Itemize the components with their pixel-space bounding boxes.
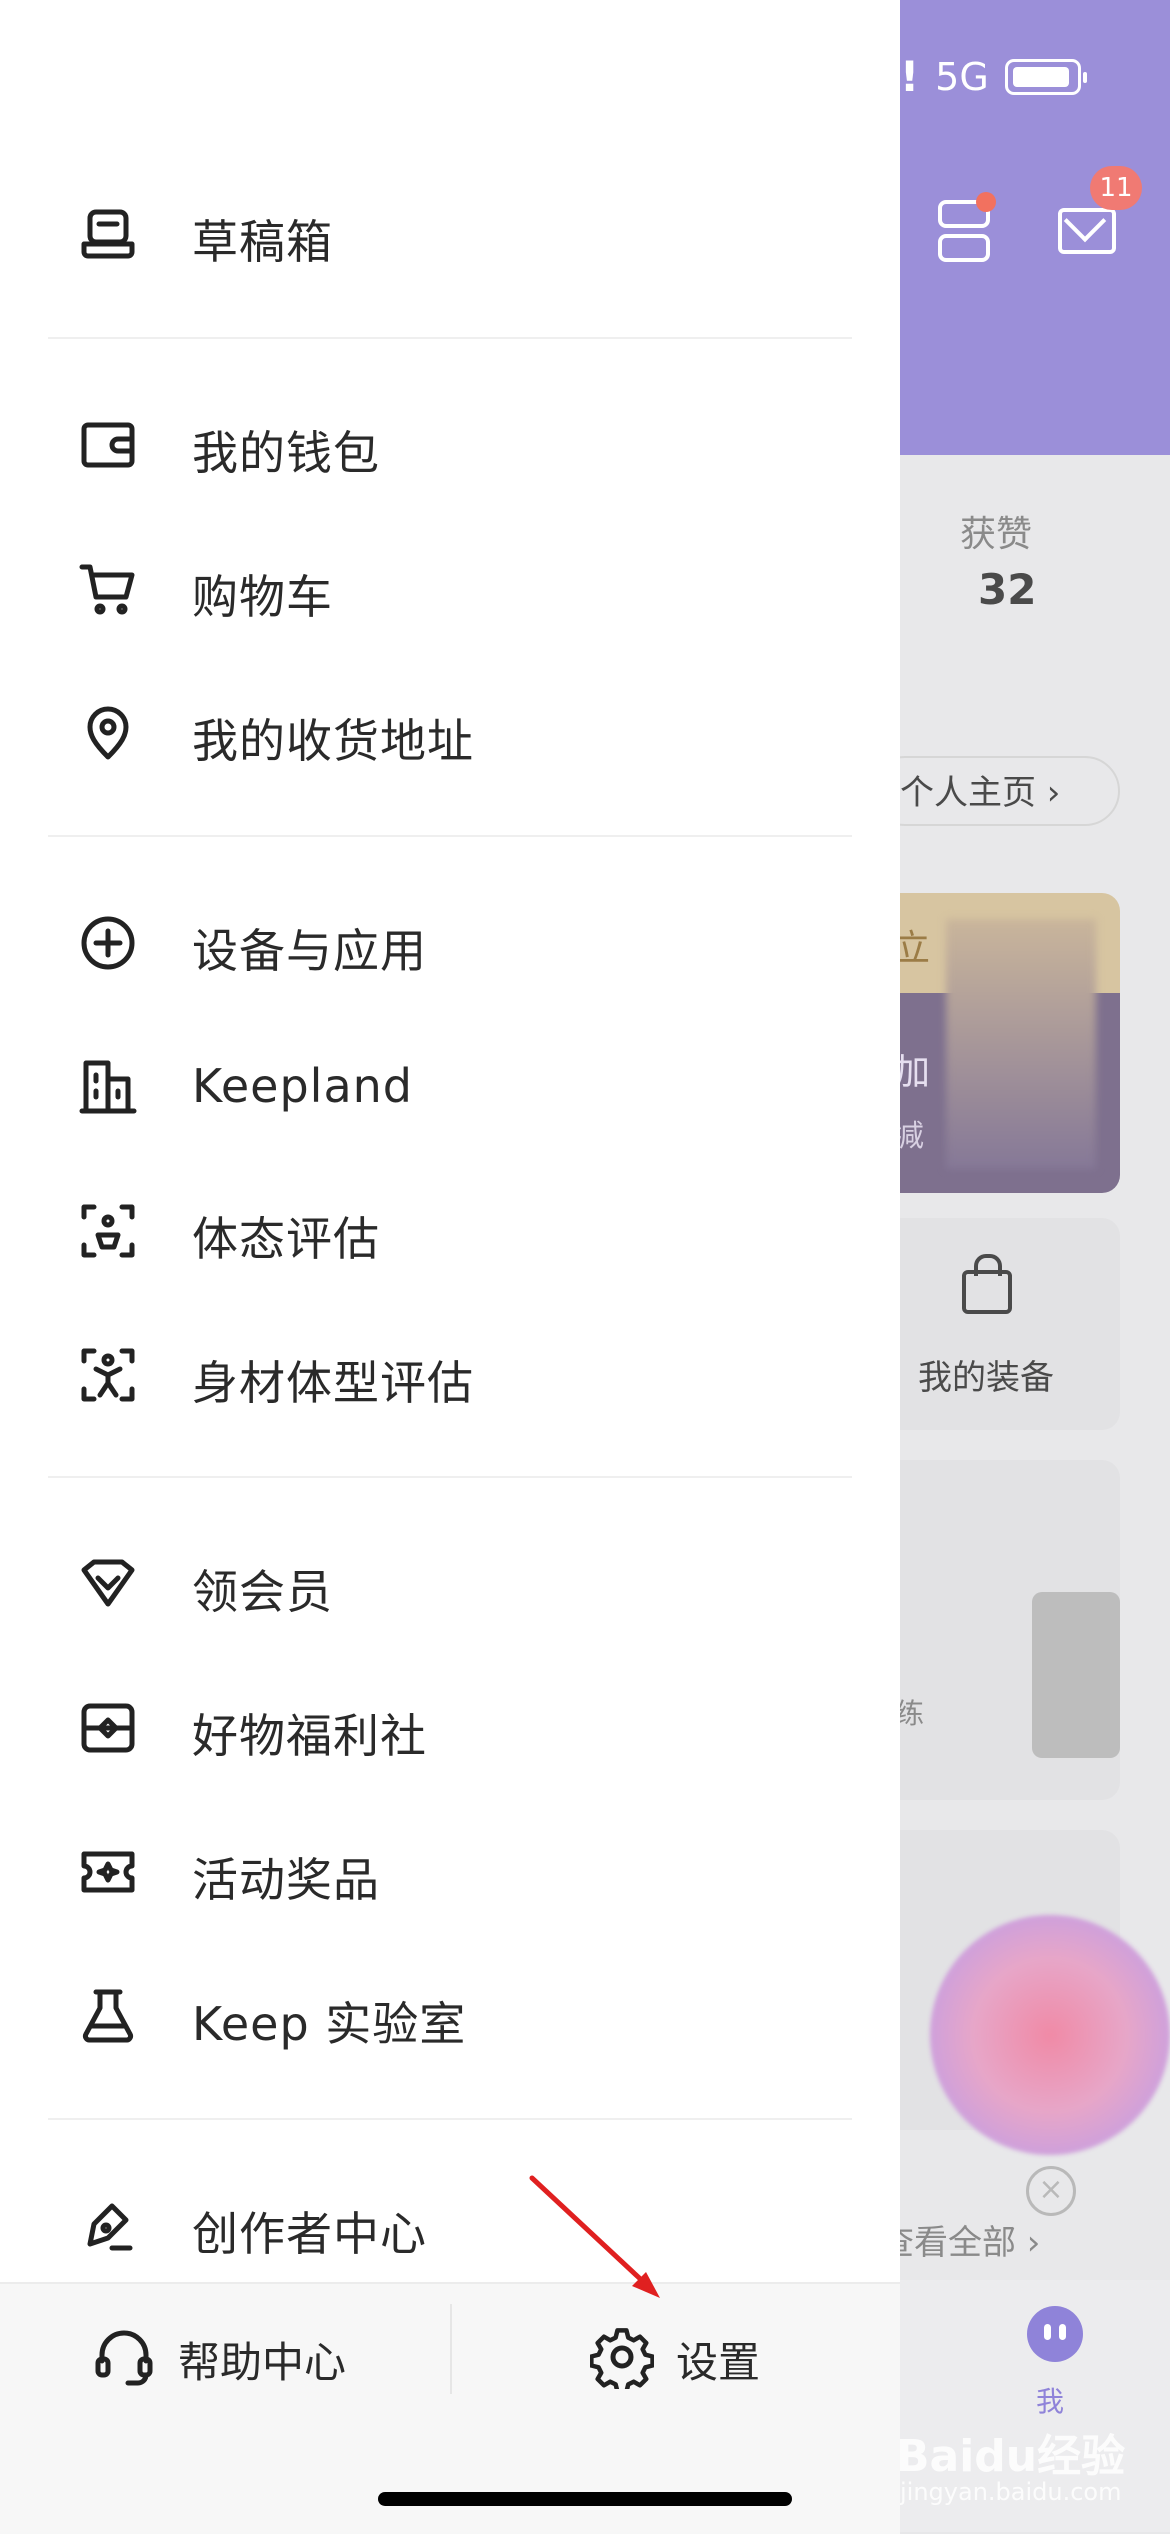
profile-home-label: 个人主页 <box>900 773 1036 813</box>
menu-item-posture[interactable]: 体态评估 <box>0 1169 900 1289</box>
headset-icon <box>92 2325 156 2393</box>
likes-value: 32 <box>978 565 1037 614</box>
blurred-image <box>946 919 1096 1169</box>
tasks-icon[interactable] <box>938 192 996 262</box>
me-tab-label[interactable]: 我 <box>1036 2380 1064 2420</box>
settings-label: 设置 <box>676 2337 761 2387</box>
menu-item-devices[interactable]: 设备与应用 <box>0 881 900 1001</box>
equipment-card[interactable]: 我的装备 <box>880 1218 1120 1430</box>
status-bar: ! 5G <box>900 52 1087 101</box>
menu-label-lab: Keep 实验室 <box>192 1997 467 2051</box>
menu-item-keepland[interactable]: Keepland <box>0 1025 900 1145</box>
menu-item-goods-welfare[interactable]: 好物福利社 <box>0 1666 900 1786</box>
battery-icon <box>1004 58 1087 95</box>
home-indicator <box>378 2492 792 2506</box>
menu-label-posture: 体态评估 <box>192 1212 380 1266</box>
flask-icon <box>78 1986 138 2046</box>
cart-icon <box>78 559 138 619</box>
watermark-url: jingyan.baidu.com <box>900 2478 1122 2506</box>
view-all-link[interactable]: 查看全部 › <box>880 2215 1040 2264</box>
vip-heart-icon <box>78 1554 138 1614</box>
divider <box>48 2118 852 2120</box>
location-pin-icon <box>78 703 138 763</box>
menu-item-lab[interactable]: Keep 实验室 <box>0 1954 900 2074</box>
training-card-text: 练 <box>896 1697 925 1730</box>
menu-label-cart: 购物车 <box>192 570 333 624</box>
divider <box>48 835 852 837</box>
menu-item-cart[interactable]: 购物车 <box>0 527 900 647</box>
posture-scan-icon <box>78 1201 138 1261</box>
menu-item-drafts[interactable]: 草稿箱 <box>0 172 900 292</box>
goods-welfare-icon <box>78 1698 138 1758</box>
menu-label-body-shape: 身材体型评估 <box>192 1356 474 1410</box>
menu-label-devices: 设备与应用 <box>192 924 427 978</box>
message-badge: 11 <box>1090 166 1142 210</box>
likes-label: 获赞 <box>960 514 1033 555</box>
bag-icon <box>962 1254 1012 1314</box>
menu-label-creator-center: 创作者中心 <box>192 2207 427 2261</box>
menu-item-creator-center[interactable]: 创作者中心 <box>0 2164 900 2284</box>
menu-label-keepland: Keepland <box>192 1059 413 1113</box>
creator-pen-icon <box>78 2196 138 2256</box>
menu-item-body-shape[interactable]: 身材体型评估 <box>0 1313 900 1433</box>
view-all-label: 查看全部 <box>880 2223 1016 2263</box>
divider <box>48 337 852 339</box>
menu-item-vip[interactable]: 领会员 <box>0 1522 900 1642</box>
menu-label-vip: 领会员 <box>192 1565 333 1619</box>
training-thumbnail <box>1032 1592 1120 1758</box>
menu-item-wallet[interactable]: 我的钱包 <box>0 383 900 503</box>
training-card[interactable]: 练 <box>880 1460 1120 1800</box>
gear-icon <box>589 2325 655 2394</box>
promo-banner[interactable]: 立 加 减 <box>880 893 1120 1193</box>
mail-icon[interactable] <box>1058 208 1116 254</box>
settings-button[interactable]: 设置 <box>589 2314 761 2404</box>
wallet-icon <box>78 415 138 475</box>
notification-dot <box>976 192 996 212</box>
network-label: 5G <box>935 54 989 99</box>
help-center-label: 帮助中心 <box>178 2337 347 2387</box>
help-center-button[interactable]: 帮助中心 <box>92 2314 346 2404</box>
menu-label-drafts: 草稿箱 <box>192 215 333 269</box>
menu-item-address[interactable]: 我的收货地址 <box>0 671 900 791</box>
menu-label-address: 我的收货地址 <box>192 714 474 768</box>
plus-circle-icon <box>78 913 138 973</box>
close-icon[interactable]: × <box>1026 2166 1076 2216</box>
menu-label-prizes: 活动奖品 <box>192 1853 380 1907</box>
body-scan-icon <box>78 1345 138 1405</box>
footer-separator <box>450 2304 452 2394</box>
prize-ticket-icon <box>78 1842 138 1902</box>
annotation-arrow <box>529 2175 660 2298</box>
floating-promo-bubble[interactable] <box>930 1915 1170 2155</box>
watermark: Baidu经验 <box>896 2431 1126 2482</box>
menu-label-wallet: 我的钱包 <box>192 426 380 480</box>
menu-item-prizes[interactable]: 活动奖品 <box>0 1810 900 1930</box>
profile-home-link[interactable]: 个人主页 › <box>870 756 1120 826</box>
building-icon <box>78 1057 138 1117</box>
side-drawer: 草稿箱 我的钱包 购物车 我的收货地址 设备与应用 Keepland 体态评估 … <box>0 0 900 2534</box>
drafts-icon <box>78 204 138 264</box>
divider <box>48 1476 852 1478</box>
signal-alert-icon: ! <box>900 52 920 101</box>
equipment-label: 我的装备 <box>918 1358 1054 1398</box>
menu-label-goods-welfare: 好物福利社 <box>192 1709 427 1763</box>
me-tab-icon[interactable] <box>1027 2306 1083 2362</box>
